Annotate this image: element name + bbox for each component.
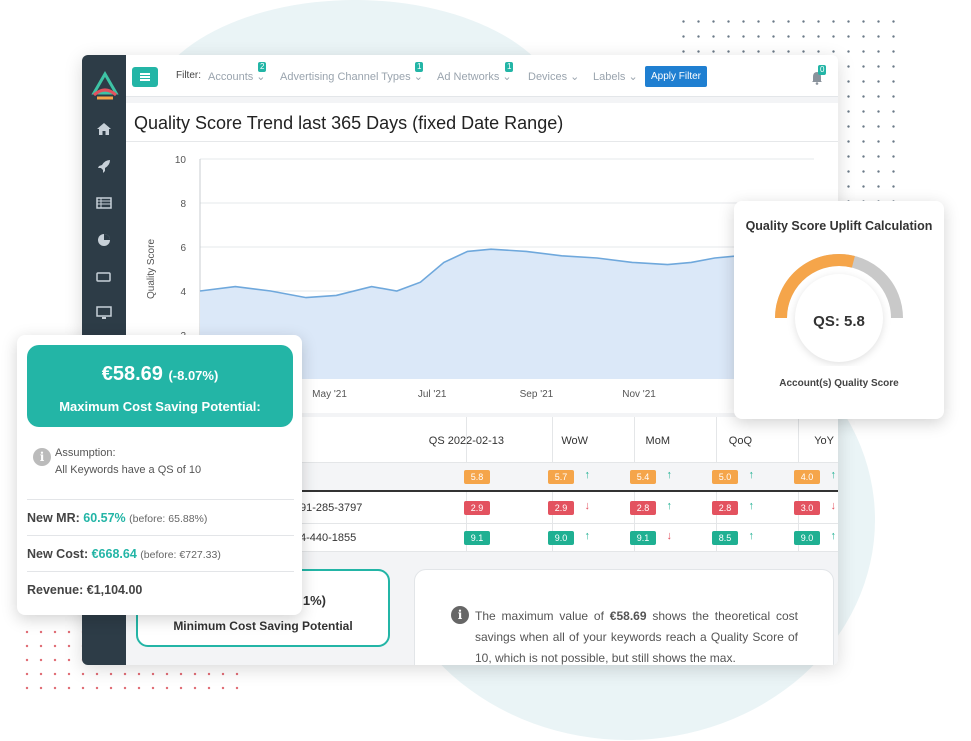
qs-uplift-card: Quality Score Uplift Calculation QS: 5.8… <box>734 201 944 419</box>
y-axis-label: Quality Score <box>146 239 157 299</box>
arrow-up-icon: ↑ <box>584 530 591 542</box>
arrow-up-icon: ↑ <box>748 469 755 481</box>
y-tick-label: 4 <box>180 287 186 298</box>
mom-value-badge: 9.1 <box>630 531 656 545</box>
max-saving-header: €58.69 (-8.07%) Maximum Cost Saving Pote… <box>27 345 293 427</box>
x-tick-label: Nov '21 <box>622 389 656 400</box>
filter-ad-networks[interactable]: Ad Networks ⌄ 1 <box>437 62 514 83</box>
arrow-down-icon: ↓ <box>666 530 673 542</box>
y-tick-label: 8 <box>180 199 186 210</box>
chart-title: Quality Score Trend last 365 Days (fixed… <box>134 113 564 133</box>
qs-gauge <box>775 254 903 362</box>
header-mom[interactable]: MoM <box>646 435 670 447</box>
filter-advertising-channel-types[interactable]: Advertising Channel Types ⌄ 1 <box>280 62 424 83</box>
qs-value: QS: 5.8 <box>813 313 865 330</box>
filter-devices[interactable]: Devices ⌄ <box>528 70 579 83</box>
arrow-up-icon: ↑ <box>584 469 591 481</box>
qs-value-badge: 2.9 <box>464 501 490 515</box>
yoy-value-badge: 4.0 <box>794 470 820 484</box>
qoq-value-badge: 2.8 <box>712 501 738 515</box>
arrow-up-icon: ↑ <box>830 469 837 481</box>
arrow-up-icon: ↑ <box>748 500 755 512</box>
max-saving-amount: €58.69 (-8.07%) <box>101 363 219 385</box>
new-mr-metric: New MR: 60.57% (before: 65.88%) <box>27 511 208 525</box>
mom-value-badge: 5.4 <box>630 470 656 484</box>
filter-label: Filter: <box>176 70 201 81</box>
qoq-value-badge: 8.5 <box>712 531 738 545</box>
x-tick-label: May '21 <box>312 389 347 400</box>
arrow-up-icon: ↑ <box>666 469 673 481</box>
wow-value-badge: 2.9 <box>548 501 574 515</box>
rocket-icon[interactable] <box>96 159 112 173</box>
revenue-metric: Revenue: €1,104.00 <box>27 583 143 597</box>
filter-channel-types-badge: 1 <box>415 62 424 72</box>
header-qs-date[interactable]: QS 2022-02-13 <box>429 435 504 447</box>
app-logo-icon <box>91 71 119 100</box>
table-icon[interactable] <box>96 196 112 210</box>
filter-accounts[interactable]: Accounts ⌄ 2 <box>208 62 267 83</box>
info-icon: i <box>33 448 51 466</box>
battery-icon[interactable] <box>96 270 112 284</box>
filter-labels[interactable]: Labels ⌄ <box>593 70 638 83</box>
row-label: 4-440-1855 <box>300 532 357 544</box>
filter-accounts-badge: 2 <box>258 62 267 72</box>
info-card: i The maximum value of €58.69 shows the … <box>414 569 834 665</box>
wow-value-badge: 5.7 <box>548 470 574 484</box>
row-label: 91-285-3797 <box>300 502 363 514</box>
assumption-text: All Keywords have a QS of 10 <box>55 464 202 476</box>
max-saving-label: Maximum Cost Saving Potential: <box>59 399 261 414</box>
header-qoq[interactable]: QoQ <box>729 435 752 447</box>
qoq-value-badge: 5.0 <box>712 470 738 484</box>
arrow-up-icon: ↑ <box>666 500 673 512</box>
filter-ad-networks-badge: 1 <box>505 62 514 72</box>
notification-badge: 0 <box>818 65 827 75</box>
yoy-value-badge: 9.0 <box>794 531 820 545</box>
arrow-down-icon: ↓ <box>830 500 837 512</box>
qs-uplift-title: Quality Score Uplift Calculation <box>745 219 933 233</box>
filter-bar: Filter: Accounts ⌄ 2 Advertising Channel… <box>126 55 838 97</box>
qs-value-badge: 5.8 <box>464 470 490 484</box>
menu-toggle-button[interactable] <box>132 67 158 87</box>
yoy-value-badge: 3.0 <box>794 501 820 515</box>
x-tick-label: Sep '21 <box>520 389 554 400</box>
apply-filter-button[interactable]: Apply Filter <box>645 66 707 87</box>
header-yoy[interactable]: YoY <box>814 435 834 447</box>
mom-value-badge: 2.8 <box>630 501 656 515</box>
x-tick-label: Jul '21 <box>418 389 447 400</box>
header-wow[interactable]: WoW <box>561 435 588 447</box>
y-tick-label: 10 <box>175 155 187 166</box>
info-icon: i <box>451 606 469 624</box>
qs-value-badge: 9.1 <box>464 531 490 545</box>
new-cost-metric: New Cost: €668.64 (before: €727.33) <box>27 547 221 561</box>
arrow-up-icon: ↑ <box>748 530 755 542</box>
min-saving-value: 1%) <box>302 593 326 608</box>
max-cost-saving-card: €58.69 (-8.07%) Maximum Cost Saving Pote… <box>17 335 302 615</box>
pie-chart-icon[interactable] <box>96 233 112 247</box>
qs-subtitle: Account(s) Quality Score <box>779 378 899 389</box>
info-text: The maximum value of €58.69 shows the th… <box>475 609 798 665</box>
assumption-title: Assumption: <box>55 447 116 459</box>
arrow-up-icon: ↑ <box>830 530 837 542</box>
monitor-icon[interactable] <box>96 306 112 320</box>
y-tick-label: 6 <box>180 243 186 254</box>
min-saving-label: Minimum Cost Saving Potential <box>173 619 353 633</box>
home-icon[interactable] <box>96 122 112 136</box>
arrow-down-icon: ↓ <box>584 500 591 512</box>
wow-value-badge: 9.0 <box>548 531 574 545</box>
